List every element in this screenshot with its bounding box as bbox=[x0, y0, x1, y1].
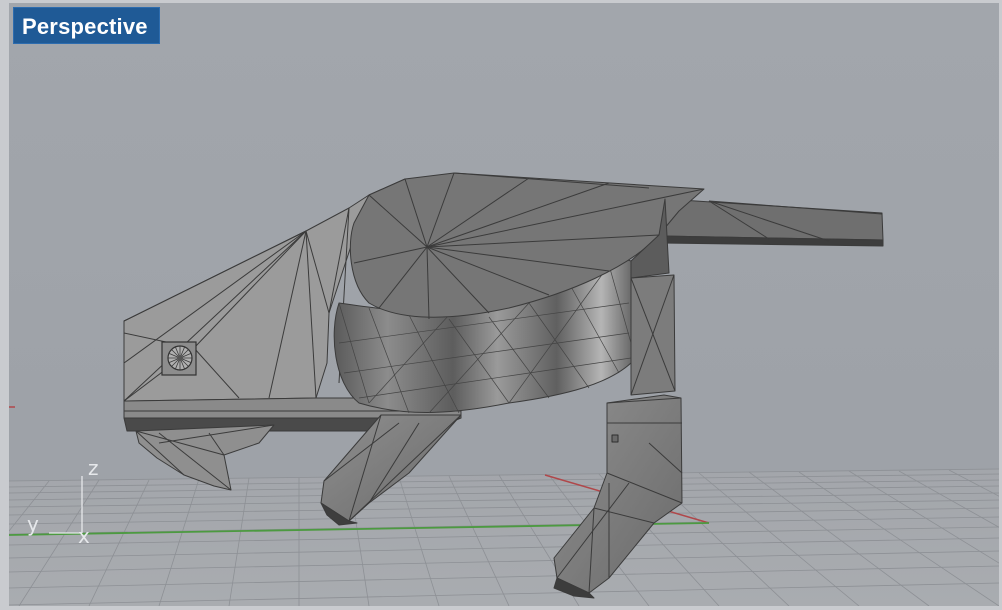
axis-y-label: y bbox=[27, 512, 39, 536]
circular-vent-icon bbox=[161, 341, 197, 376]
construction-grid bbox=[9, 468, 999, 606]
perspective-viewport[interactable]: z y x Perspective bbox=[0, 0, 1002, 610]
axis-x-label: x bbox=[78, 524, 90, 548]
axis-z-label: z bbox=[88, 456, 99, 480]
viewport-title[interactable]: Perspective bbox=[13, 7, 160, 44]
viewport-scene[interactable]: z y x bbox=[9, 3, 999, 606]
